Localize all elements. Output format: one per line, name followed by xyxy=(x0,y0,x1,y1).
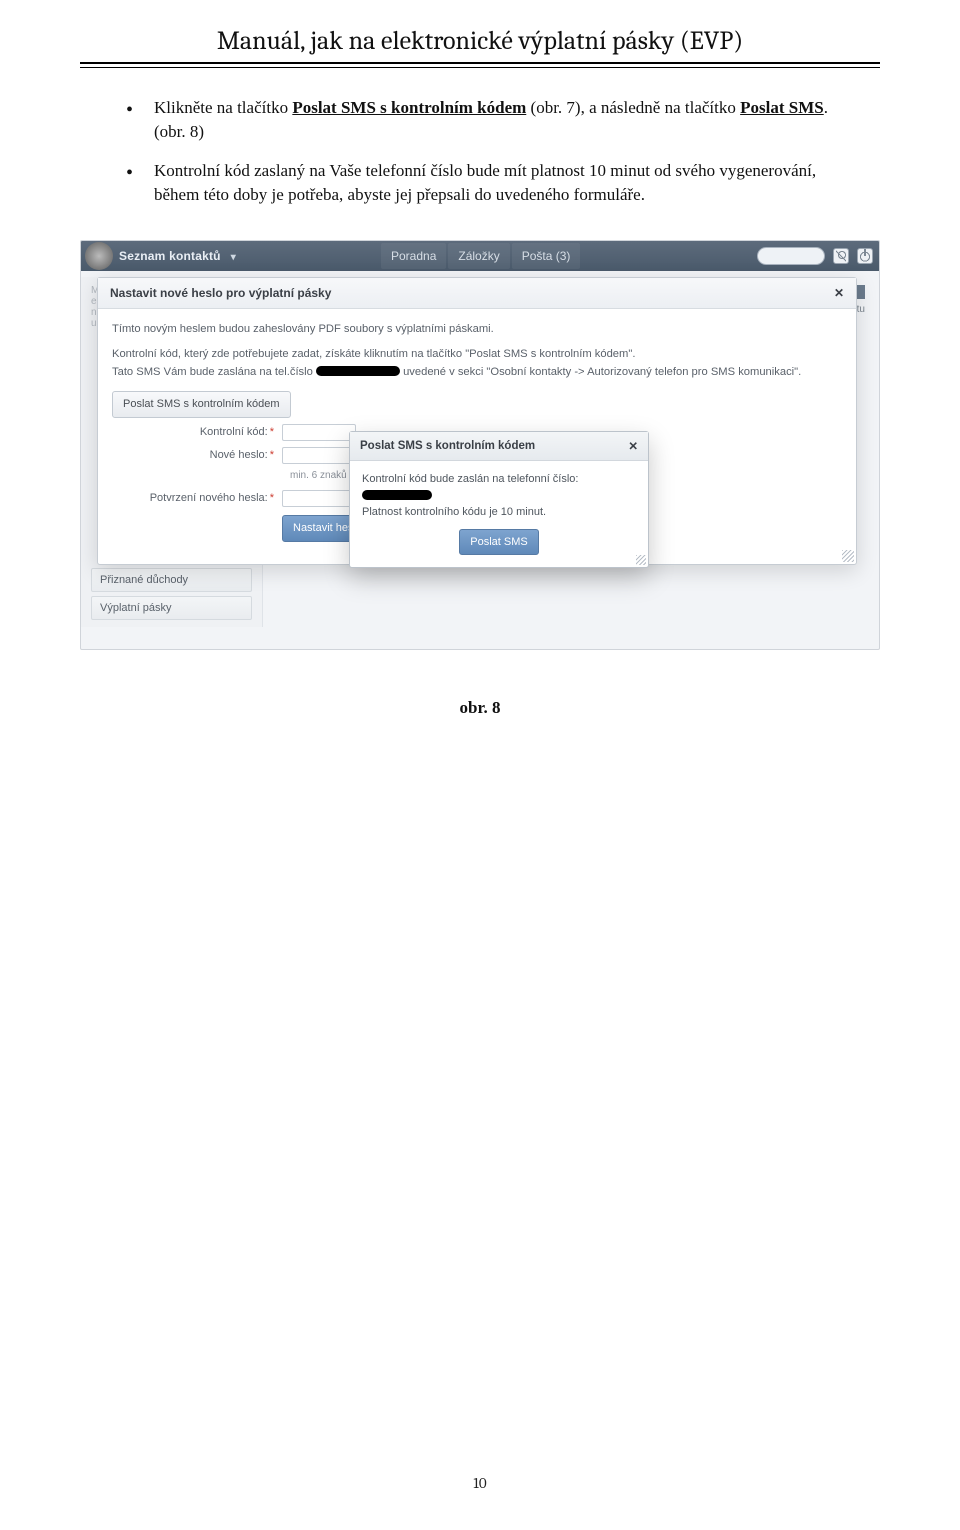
label-code: Kontrolní kód:* xyxy=(112,424,282,441)
redacted-phone-icon xyxy=(362,490,432,500)
body-text: Klikněte na tlačítko Poslat SMS s kontro… xyxy=(80,96,880,209)
required-asterisk-icon: * xyxy=(270,426,274,438)
sidebar-item-vyplatni-pasky[interactable]: Výplatní pásky xyxy=(91,596,252,620)
redacted-phone-icon xyxy=(316,366,400,376)
search-icon[interactable] xyxy=(833,248,849,264)
link-poslat-sms: Poslat SMS xyxy=(740,98,824,117)
new-password-input[interactable] xyxy=(282,447,356,464)
search-input[interactable] xyxy=(757,247,825,265)
popup-line-1: Kontrolní kód bude zaslán na telefonní č… xyxy=(362,471,636,504)
title-rule-bottom xyxy=(80,67,880,68)
modal-paragraph-2: Kontrolní kód, který zde potřebujete zad… xyxy=(112,346,842,381)
document-title: Manuál, jak na elektronické výplatní pás… xyxy=(80,26,880,56)
modal-paragraph-1: Tímto novým heslem budou zaheslovány PDF… xyxy=(112,321,842,338)
resize-handle-icon[interactable] xyxy=(842,550,854,562)
label-new-password: Nové heslo:* xyxy=(112,447,282,464)
required-asterisk-icon: * xyxy=(270,449,274,461)
bullet-2: Kontrolní kód zaslaný na Vaše telefonní … xyxy=(126,159,858,208)
popup-send-sms: Poslat SMS s kontrolním kódem ✕ Kontroln… xyxy=(349,431,649,568)
top-nav: Poradna Záložky Pošta (3) xyxy=(381,241,580,271)
popup-title: Poslat SMS s kontrolním kódem xyxy=(360,440,535,452)
power-icon[interactable] xyxy=(857,248,873,264)
label-confirm-password: Potvrzení nového hesla:* xyxy=(112,490,282,507)
embedded-screenshot: Seznam kontaktů▾ Poradna Záložky Pošta (… xyxy=(80,240,880,650)
chevron-down-icon: ▾ xyxy=(231,252,236,263)
sidebar-item-duchody[interactable]: Přiznané důchody xyxy=(91,568,252,592)
app-emblem-icon xyxy=(85,242,113,270)
bullet-1: Klikněte na tlačítko Poslat SMS s kontro… xyxy=(126,96,858,145)
required-asterisk-icon: * xyxy=(270,492,274,504)
title-rule-top xyxy=(80,62,880,64)
app-topbar: Seznam kontaktů▾ Poradna Záložky Pošta (… xyxy=(81,241,879,271)
code-input[interactable] xyxy=(282,424,356,441)
figure-caption: obr. 8 xyxy=(80,698,880,718)
nav-posta[interactable]: Pošta (3) xyxy=(512,243,581,269)
page-number: 10 xyxy=(0,1474,960,1492)
nav-zalozky[interactable]: Záložky xyxy=(448,243,509,269)
send-sms-button[interactable]: Poslat SMS xyxy=(459,529,538,556)
confirm-password-input[interactable] xyxy=(282,490,356,507)
resize-handle-icon[interactable] xyxy=(636,555,646,565)
close-icon[interactable]: ✕ xyxy=(834,286,844,300)
breadcrumb[interactable]: Seznam kontaktů▾ xyxy=(119,249,236,263)
modal-title: Nastavit nové heslo pro výplatní pásky xyxy=(110,286,331,300)
popup-line-2: Platnost kontrolního kódu je 10 minut. xyxy=(362,504,636,521)
link-poslat-sms-kod: Poslat SMS s kontrolním kódem xyxy=(292,98,526,117)
send-sms-code-button[interactable]: Poslat SMS s kontrolním kódem xyxy=(112,391,291,418)
nav-poradna[interactable]: Poradna xyxy=(381,243,446,269)
close-icon[interactable]: ✕ xyxy=(628,439,638,453)
